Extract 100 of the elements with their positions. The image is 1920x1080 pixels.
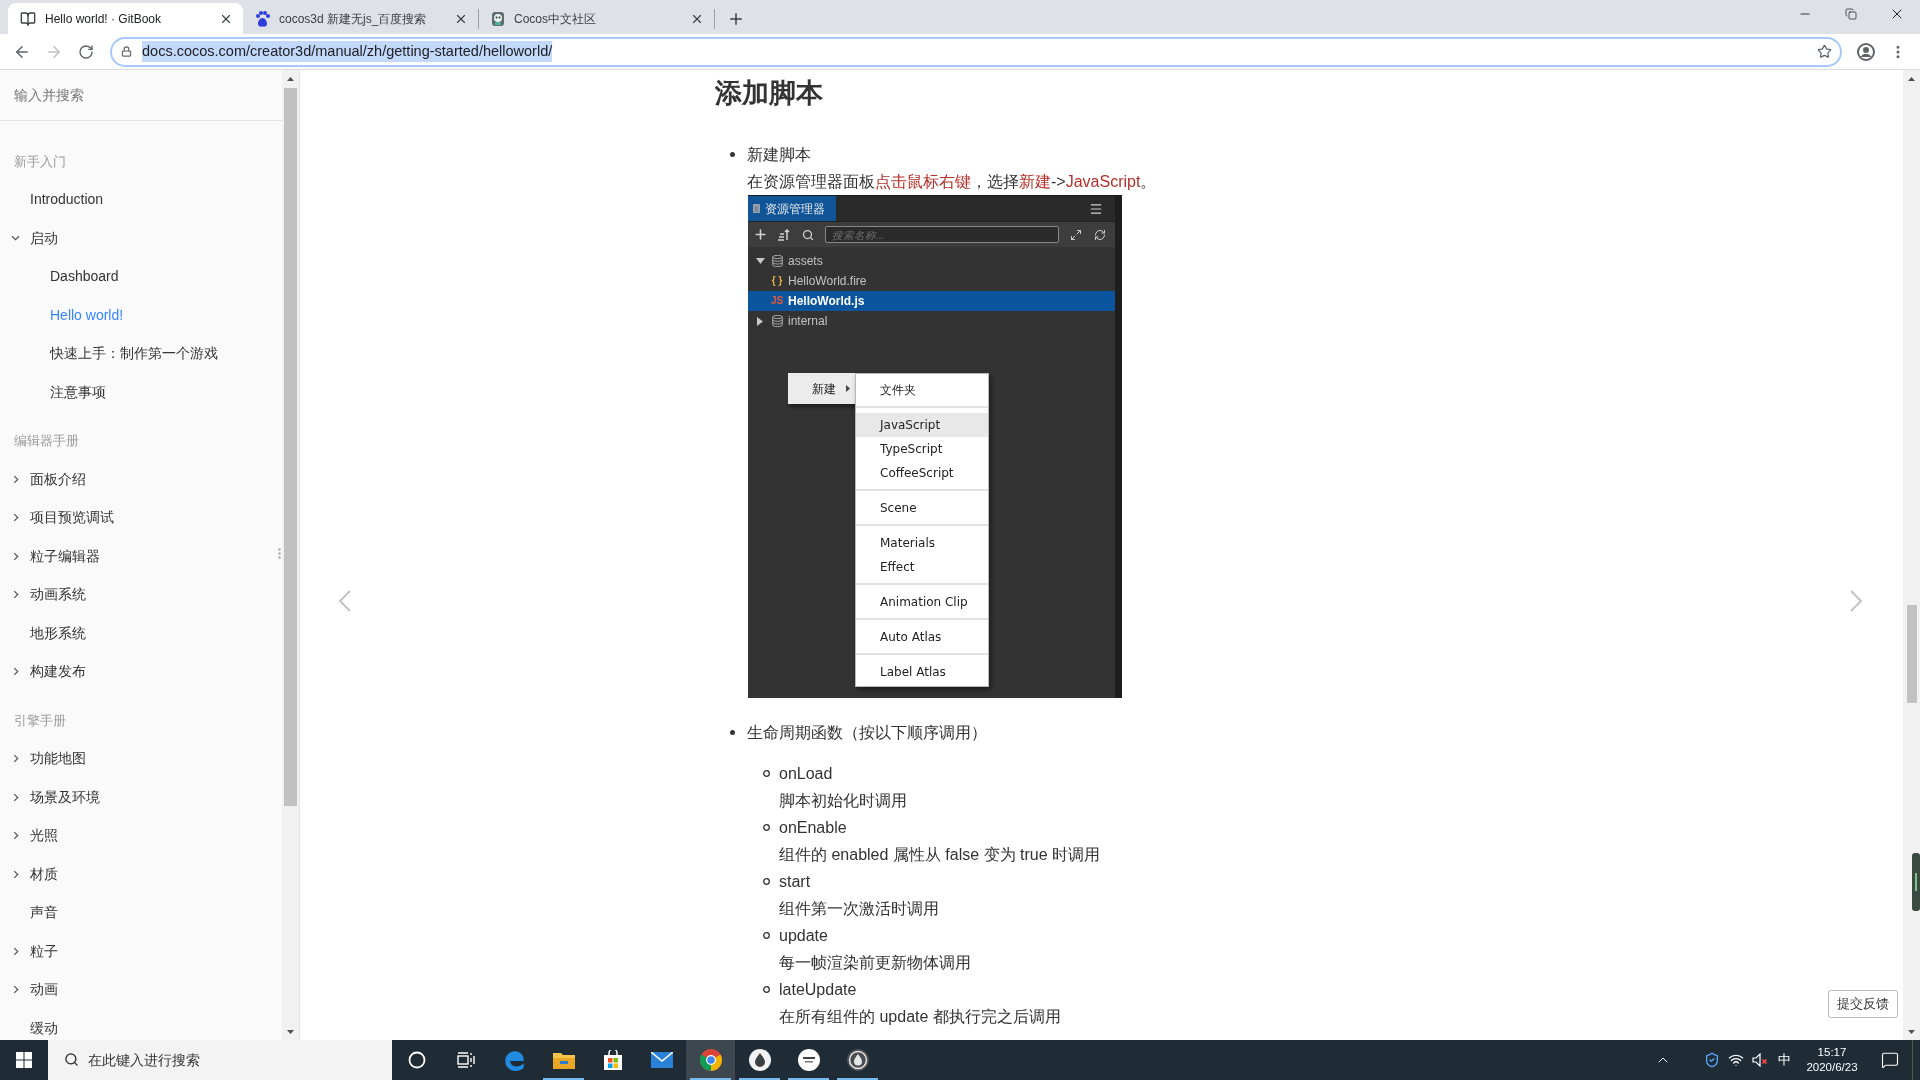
ime-indicator[interactable]: 中: [1777, 1050, 1791, 1070]
nav-link[interactable]: 面板介绍: [30, 468, 86, 490]
address-field[interactable]: docs.cocos.com/creator3d/manual/zh/getting-started/helloworld/: [110, 36, 1842, 67]
nav-link[interactable]: 启动: [30, 227, 58, 249]
chevron-right-icon[interactable]: [12, 792, 19, 802]
circle-logo-icon: [699, 1049, 722, 1071]
tree-row[interactable]: JS HelloWorld.js: [748, 291, 1115, 311]
nav-link[interactable]: 粒子编辑器: [30, 545, 100, 567]
nav-link[interactable]: 缓动: [30, 1017, 58, 1039]
nav-link[interactable]: 地形系统: [30, 622, 86, 644]
side-handle-icon[interactable]: [1912, 853, 1920, 911]
bullet-icon: [730, 730, 735, 735]
sort-icon[interactable]: [778, 228, 790, 241]
submenu-item[interactable]: CoffeeScript: [856, 461, 988, 485]
chevron-right-icon[interactable]: [12, 474, 19, 484]
badge-logo-icon: [797, 1049, 820, 1071]
nav-link[interactable]: Introduction: [30, 189, 104, 211]
triangle-right-icon[interactable]: [757, 316, 763, 326]
nav-link[interactable]: 快速上手：制作第一个游戏: [50, 343, 218, 365]
list-item-text: onLoad: [779, 764, 833, 784]
nav-link[interactable]: 功能地图: [30, 748, 86, 770]
nav-link[interactable]: 动画系统: [30, 584, 86, 606]
volume-muted-icon[interactable]: [1752, 1053, 1768, 1067]
submenu-item[interactable]: JavaScript: [856, 413, 988, 437]
search-icon: [64, 1052, 79, 1067]
nav-link[interactable]: 动画: [30, 979, 58, 1001]
submenu-item[interactable]: Scene: [856, 496, 988, 520]
book-icon: [20, 10, 36, 27]
nav-link[interactable]: 项目预览调试: [30, 507, 114, 529]
drop-logo-icon: [846, 1049, 869, 1071]
chevron-right-icon[interactable]: [12, 551, 19, 561]
lock-icon: [121, 46, 132, 57]
tree-row[interactable]: internal: [748, 311, 1115, 331]
chevron-right-icon[interactable]: [12, 831, 19, 841]
nav-link[interactable]: Dashboard: [50, 266, 119, 288]
expand-icon[interactable]: [1070, 228, 1082, 241]
bookmark-star-icon[interactable]: [1817, 44, 1832, 59]
submenu-item[interactable]: TypeScript: [856, 437, 988, 461]
nav-link[interactable]: Hello world!: [50, 304, 124, 326]
profile-icon[interactable]: [1857, 42, 1875, 61]
description-text: 脚本初始化时调用: [779, 791, 907, 811]
chevron-down-icon[interactable]: [11, 235, 20, 242]
refresh-icon[interactable]: [1094, 228, 1106, 241]
scroll-down-icon[interactable]: [1908, 1029, 1915, 1034]
submenu-item[interactable]: Effect: [856, 555, 988, 579]
nav-link[interactable]: 场景及环境: [30, 786, 100, 808]
nav-link[interactable]: 注意事项: [50, 381, 106, 403]
nav-link[interactable]: 声音: [30, 902, 58, 924]
scroll-up-icon[interactable]: [1908, 76, 1915, 81]
file-type-icon: { }: [771, 276, 783, 286]
chevron-right-icon[interactable]: [12, 985, 19, 995]
scroll-up-icon[interactable]: [287, 76, 294, 81]
submenu-item[interactable]: Label Atlas: [856, 660, 988, 684]
nav-link[interactable]: 粒子: [30, 940, 58, 962]
shield-icon[interactable]: [1704, 1052, 1720, 1068]
search-icon[interactable]: [802, 228, 814, 241]
chevron-right-icon[interactable]: [12, 754, 19, 764]
bullet-ring-icon: [763, 878, 770, 885]
tree-row[interactable]: assets: [748, 251, 1115, 271]
scrollbar-thumb[interactable]: [284, 88, 297, 806]
reload-icon[interactable]: [78, 43, 94, 60]
bullet-icon: [730, 152, 735, 157]
nav-link[interactable]: 材质: [30, 863, 58, 885]
tree-row[interactable]: { } HelloWorld.fire: [748, 271, 1115, 291]
feedback-button[interactable]: 提交反馈: [1828, 990, 1898, 1018]
drop-logo-icon: [748, 1049, 771, 1071]
resize-handle-icon[interactable]: [278, 548, 281, 559]
chevron-right-icon[interactable]: [12, 590, 19, 600]
scroll-down-icon[interactable]: [287, 1029, 294, 1034]
submenu-item[interactable]: 文件夹: [856, 378, 988, 402]
caret-right-icon: [846, 385, 850, 392]
submenu-item[interactable]: Materials: [856, 531, 988, 555]
plus-icon[interactable]: [752, 227, 768, 242]
panel-tab[interactable]: 资源管理器: [748, 196, 836, 221]
search-field[interactable]: 输入并搜索: [0, 70, 282, 120]
nav-link[interactable]: 光照: [30, 825, 58, 847]
section-heading: 编辑器手册: [14, 432, 79, 450]
clock-date[interactable]: 2020/6/23: [1806, 1060, 1858, 1075]
submenu-item[interactable]: Animation Clip: [856, 590, 988, 614]
submenu-item[interactable]: Auto Atlas: [856, 625, 988, 649]
search-field[interactable]: 搜索名称...: [825, 226, 1059, 243]
clock-time[interactable]: 15:17: [1817, 1045, 1847, 1060]
wifi-icon[interactable]: [1728, 1052, 1744, 1068]
chevron-right-icon[interactable]: [12, 946, 19, 956]
menu-item[interactable]: 新建: [788, 373, 855, 404]
taskbar-search-field[interactable]: 在此键入进行搜索: [48, 1040, 392, 1080]
nav-link[interactable]: 构建发布: [30, 661, 86, 683]
notification-icon[interactable]: [1881, 1051, 1899, 1069]
start-icon[interactable]: [16, 1052, 32, 1068]
list-item-text: 新建脚本: [747, 145, 811, 165]
menu-icon[interactable]: [1089, 201, 1103, 216]
scrollbar-thumb[interactable]: [1906, 605, 1917, 703]
restore-icon[interactable]: [1845, 8, 1857, 20]
chevron-right-icon[interactable]: [12, 667, 19, 677]
description-text: 组件第一次激活时调用: [779, 899, 939, 919]
triangle-down-icon[interactable]: [755, 258, 765, 264]
chevron-right-icon[interactable]: [12, 513, 19, 523]
browser-tab[interactable]: Hello world! · GitBook: [8, 3, 243, 34]
document-icon: [753, 204, 760, 213]
chevron-right-icon[interactable]: [12, 869, 19, 879]
